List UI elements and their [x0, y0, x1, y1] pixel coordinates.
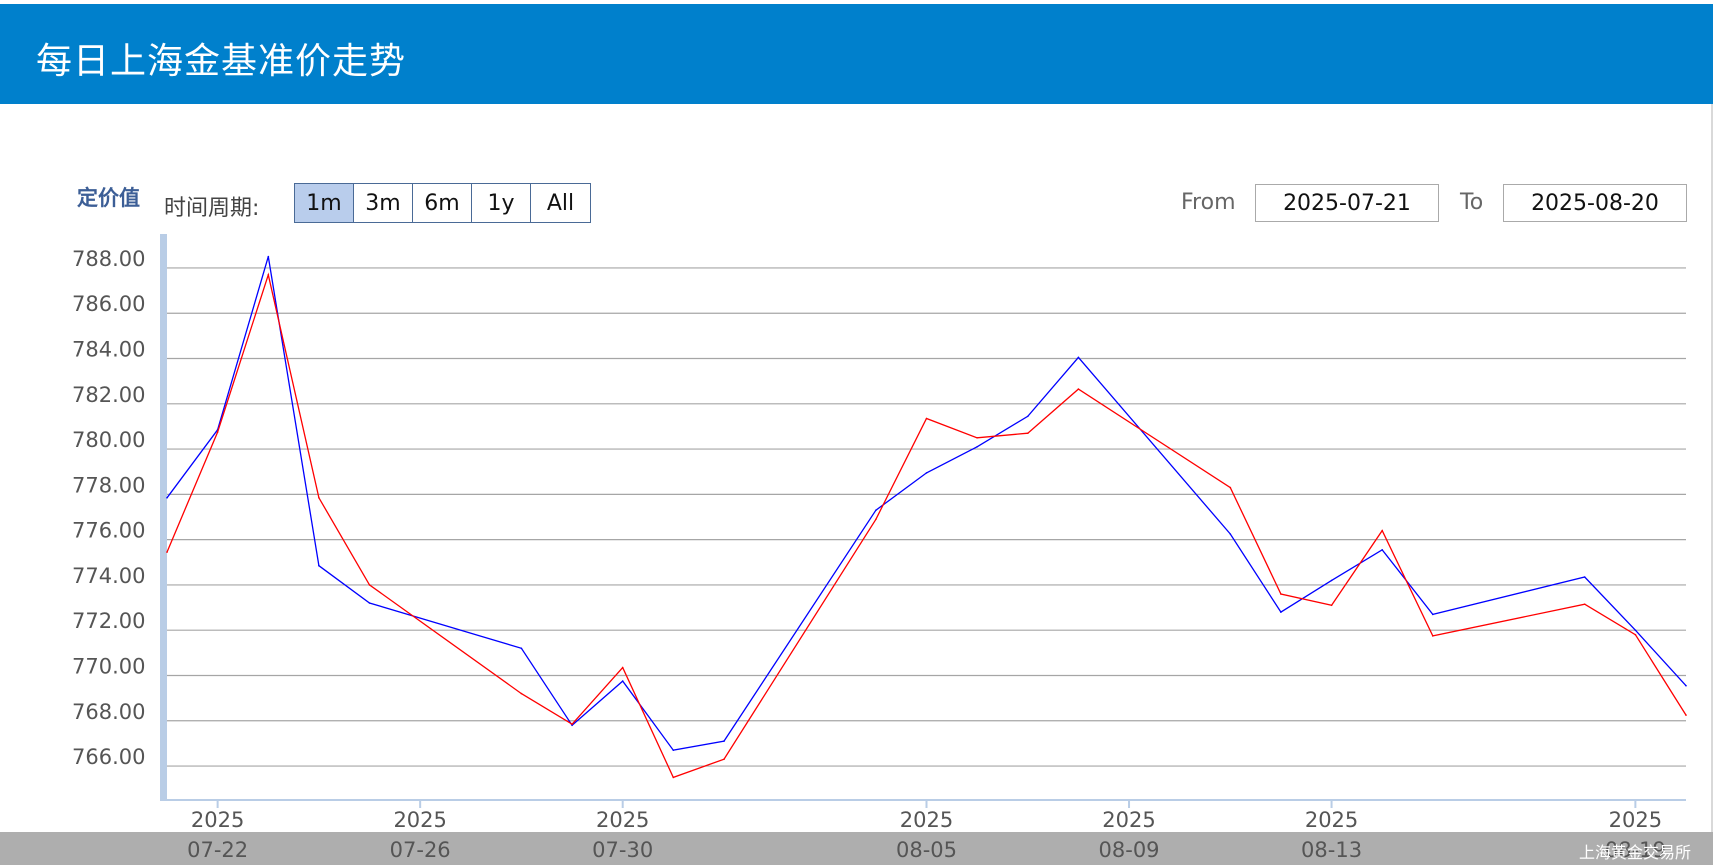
series-1-point-18: [1381, 529, 1383, 532]
y-tick-label-11: 766.00: [72, 745, 145, 769]
series-1-point-19: [1432, 635, 1434, 637]
y-tick-label-5: 778.00: [72, 473, 145, 497]
y-axis-bar: [160, 234, 167, 800]
series-1-point-0: [166, 551, 168, 553]
series-0-point-14: [1077, 356, 1080, 359]
x-tick-year-6: 2025: [1609, 808, 1662, 832]
series-1-point-17: [1330, 604, 1333, 607]
series-0-point-22: [1685, 684, 1687, 687]
y-tick-label-1: 786.00: [72, 292, 145, 316]
grid-lines: [167, 267, 1686, 767]
x-tick-date-0: 07-22: [187, 838, 248, 862]
series-1-point-13: [1027, 432, 1029, 435]
series-0-point-13: [1027, 415, 1029, 418]
x-tick-year-1: 2025: [393, 808, 446, 832]
series-0-point-19: [1432, 613, 1434, 616]
y-axis-labels: 788.00 786.00 784.00 782.00 780.00 778.00 776.…: [72, 247, 145, 769]
series-0-point-12: [976, 446, 978, 448]
x-tick-year-2: 2025: [596, 808, 649, 832]
series-1-point-7: [621, 666, 624, 669]
series-0-point-3: [318, 564, 320, 567]
series-0-point-21: [1634, 629, 1637, 631]
x-tick-date-1: 07-26: [390, 838, 451, 862]
series-0-point-4: [368, 602, 371, 604]
series-1-point-21: [1634, 633, 1637, 636]
series-line-1: [166, 272, 1687, 779]
y-tick-label-10: 768.00: [72, 700, 145, 724]
x-axis-labels: 2025 07-22 2025 07-26 2025 07-30 2025 08-05 2025…: [187, 800, 1666, 862]
y-tick-label-4: 780.00: [72, 428, 145, 452]
series-1-point-14: [1077, 388, 1080, 390]
y-tick-label-7: 774.00: [72, 564, 145, 588]
series-0-point-18: [1381, 549, 1383, 551]
x-tick-year-4: 2025: [1102, 808, 1155, 832]
series-1-point-11: [925, 417, 928, 420]
series-0-point-11: [925, 472, 928, 474]
series-1-point-2: [267, 274, 270, 276]
series-1-point-6: [571, 723, 573, 725]
series-group: [166, 255, 1687, 779]
series-1-point-15: [1229, 486, 1232, 489]
series-1-point-8: [672, 776, 675, 779]
x-tick-year-5: 2025: [1305, 808, 1358, 832]
series-0-point-2: [267, 255, 270, 258]
series-0-point-5: [520, 647, 523, 650]
series-1-point-4: [368, 584, 371, 586]
y-tick-label-9: 770.00: [72, 654, 145, 678]
x-tick-date-3: 08-05: [896, 838, 957, 862]
series-1-point-16: [1280, 593, 1282, 595]
series-0-point-17: [1330, 579, 1333, 582]
series-0-point-16: [1280, 611, 1282, 613]
series-0-point-7: [621, 680, 624, 682]
series-0-point-15: [1229, 533, 1232, 535]
x-tick-date-4: 08-09: [1099, 838, 1160, 862]
series-1-point-1: [216, 431, 219, 433]
series-0-point-0: [166, 497, 168, 499]
y-tick-label-3: 782.00: [72, 383, 145, 407]
y-tick-label-6: 776.00: [72, 519, 145, 543]
x-tick-date-5: 08-13: [1301, 838, 1362, 862]
y-tick-label-8: 772.00: [72, 609, 145, 633]
watermark: 上海黄金交易所: [1578, 843, 1691, 862]
series-0-point-9: [723, 740, 725, 742]
series-1-point-9: [723, 758, 725, 760]
series-1-point-3: [318, 497, 320, 499]
series-1-point-12: [976, 437, 978, 439]
series-0-point-8: [672, 749, 675, 751]
series-0-point-10: [875, 509, 877, 512]
y-tick-label-2: 784.00: [72, 338, 145, 362]
series-1-point-10: [875, 518, 877, 521]
x-tick-year-0: 2025: [191, 808, 244, 832]
x-tick-year-3: 2025: [900, 808, 953, 832]
series-0-point-20: [1583, 576, 1586, 578]
x-tick-date-2: 07-30: [592, 838, 653, 862]
series-1-point-22: [1685, 714, 1687, 716]
series-1-point-20: [1583, 603, 1586, 605]
price-chart: 788.00 786.00 784.00 782.00 780.00 778.00 776.…: [72, 234, 1687, 862]
series-1-point-5: [520, 692, 523, 695]
y-tick-label-0: 788.00: [72, 247, 145, 271]
series-line-0: [166, 256, 1687, 751]
